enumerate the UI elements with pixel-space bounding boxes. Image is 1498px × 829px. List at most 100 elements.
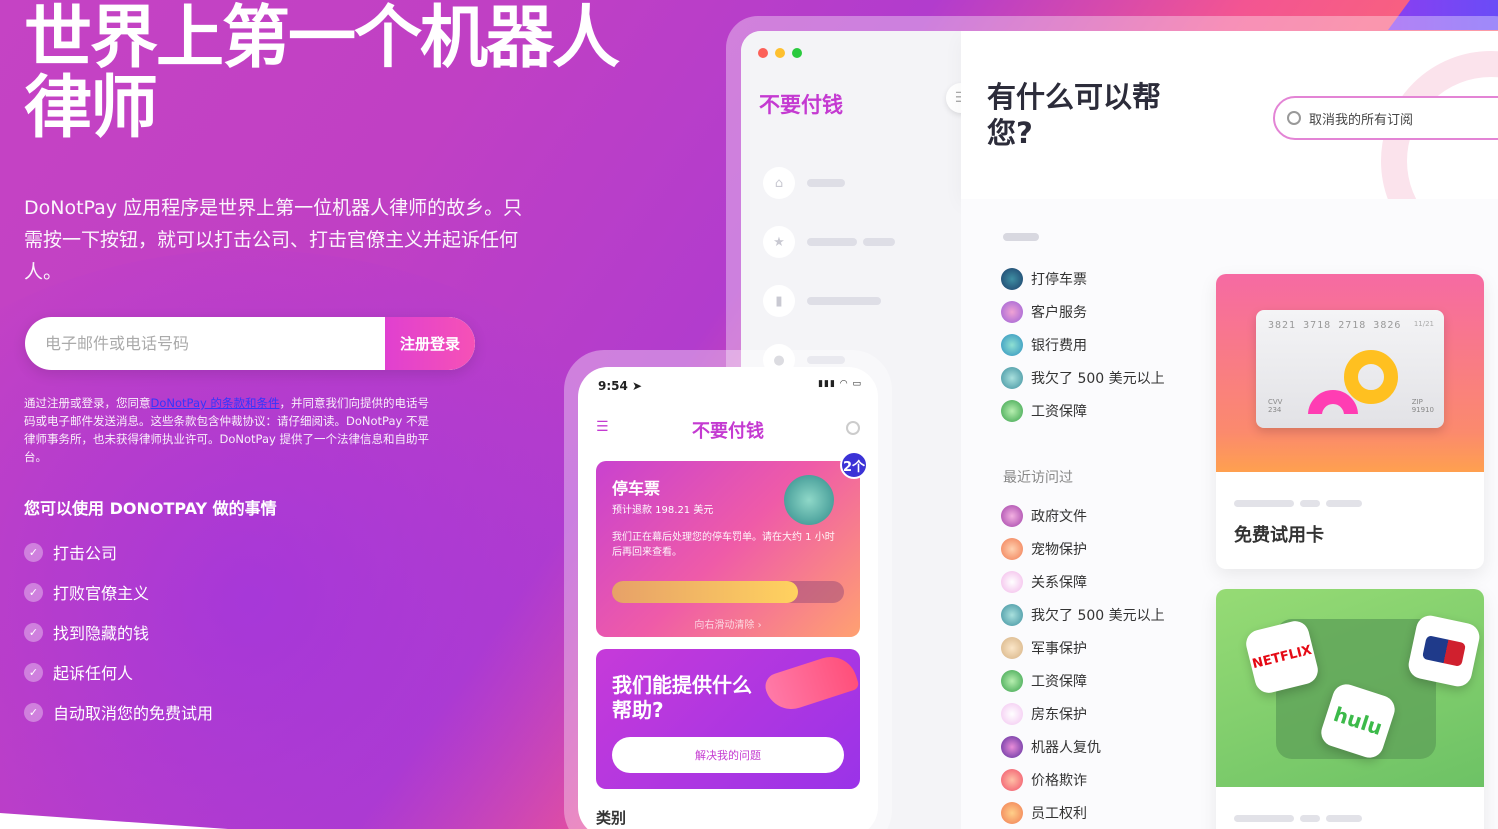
time-text: 9:54 xyxy=(598,379,628,393)
check-icon: ✓ xyxy=(24,542,43,562)
streaming-card[interactable]: NETFLIX hulu xyxy=(1216,589,1484,829)
airplane-icon xyxy=(762,650,860,716)
robot-icon xyxy=(1001,736,1023,758)
terms-pre: 通过注册或登录，您同意 xyxy=(24,396,151,410)
location-icon: ➤ xyxy=(632,379,643,393)
card-image: NETFLIX hulu xyxy=(1216,589,1484,787)
terms-text: 通过注册或登录，您同意DoNotPay 的条款和条件，并同意我们向提供的电话号码… xyxy=(24,394,434,466)
recent-item[interactable]: 房东保护 xyxy=(1001,703,1087,725)
terms-link[interactable]: DoNotPay 的条款和条件 xyxy=(151,396,280,410)
placeholder-bar xyxy=(1234,500,1294,507)
category-label: 打停车票 xyxy=(1031,272,1087,288)
placeholder-bar xyxy=(807,179,845,187)
settings-icon[interactable] xyxy=(846,421,860,435)
category-item[interactable]: 银行费用 xyxy=(1001,334,1087,356)
category-label: 工资保障 xyxy=(1031,404,1087,420)
category-label: 我欠了 500 美元以上 xyxy=(1031,371,1165,387)
sidebar-item-home[interactable]: ⌂ xyxy=(763,167,943,199)
solve-problem-button[interactable]: 解决我的问题 xyxy=(612,737,844,773)
check-icon: ✓ xyxy=(24,582,43,602)
customer-service-icon xyxy=(1001,301,1023,323)
check-icon: ✓ xyxy=(24,702,43,722)
recent-item[interactable]: 价格欺诈 xyxy=(1001,769,1087,791)
card-number: 3821 3718 2718 3826 xyxy=(1268,320,1402,331)
help-title: 我们能提供什么帮助? xyxy=(612,673,752,722)
recent-label: 机器人复仇 xyxy=(1031,740,1101,756)
progress-bar xyxy=(612,581,844,603)
swipe-hint[interactable]: 向右滑动清除 › xyxy=(596,616,860,631)
military-icon xyxy=(1001,637,1023,659)
pet-icon xyxy=(1001,538,1023,560)
page-question: 有什么可以帮您? xyxy=(987,80,1162,150)
free-trial-card[interactable]: 3821 3718 2718 3826 11/21 CVV 234 ZIP 9191… xyxy=(1216,274,1484,569)
sidebar-item-favorites[interactable]: ★ xyxy=(763,226,943,258)
feature-label: 自动取消您的免费试用 xyxy=(53,704,214,723)
sidebar-item-documents[interactable]: ▮ xyxy=(763,285,943,317)
recent-item[interactable]: 政府文件 xyxy=(1001,505,1087,527)
signup-button[interactable]: 注册登录 xyxy=(385,317,475,370)
count-badge: 2个 xyxy=(840,451,868,479)
placeholder-bar xyxy=(1234,815,1294,822)
placeholder-bar xyxy=(1326,815,1362,822)
bank-icon xyxy=(1001,334,1023,356)
check-icon: ✓ xyxy=(24,622,43,642)
recent-item[interactable]: 员工权利 xyxy=(1001,802,1087,824)
card-cvv: CVV 234 xyxy=(1268,398,1282,414)
relationship-icon xyxy=(1001,571,1023,593)
placeholder-bar xyxy=(1300,815,1320,822)
placeholder-bar xyxy=(807,238,857,246)
cvv-value: 234 xyxy=(1268,406,1282,414)
search-text: 取消我的所有订阅 xyxy=(1309,112,1414,128)
progress-fill xyxy=(612,581,798,603)
recent-label: 政府文件 xyxy=(1031,509,1087,525)
email-phone-input[interactable] xyxy=(25,317,385,370)
category-item[interactable]: 我欠了 500 美元以上 xyxy=(1001,367,1165,389)
recent-item[interactable]: 军事保护 xyxy=(1001,637,1087,659)
feature-item: ✓ 打击公司 xyxy=(24,532,213,572)
check-icon: ✓ xyxy=(24,662,43,682)
recent-item[interactable]: 关系保障 xyxy=(1001,571,1087,593)
recent-label: 员工权利 xyxy=(1031,806,1087,822)
hero-title: 世界上第一个机器人律师 xyxy=(24,0,620,148)
category-item[interactable]: 客户服务 xyxy=(1001,301,1087,323)
recent-label: 宠物保护 xyxy=(1031,542,1087,558)
recent-item[interactable]: 机器人复仇 xyxy=(1001,736,1101,758)
features-list: ✓ 打击公司 ✓ 打败官僚主义 ✓ 找到隐藏的钱 ✓ 起诉任何人 ✓ 自动取消您的免费试用 xyxy=(24,532,213,732)
category-label: 客户服务 xyxy=(1031,305,1087,321)
help-card: 我们能提供什么帮助? 解决我的问题 xyxy=(596,649,860,789)
signup-form: 注册登录 xyxy=(25,317,475,370)
hero-lead: DoNotPay 应用程序是世界上第一位机器人律师的故乡。只需按一下按钮，就可以… xyxy=(24,197,523,283)
placeholder-bar xyxy=(863,238,895,246)
hero-section: 世界上第一个机器人律师 DoNotPay 应用程序是世界上第一位机器人律师的故乡… xyxy=(0,0,1498,829)
search-input[interactable]: 取消我的所有订阅 xyxy=(1273,96,1498,140)
ring-decoration xyxy=(1308,390,1358,414)
debt-icon xyxy=(1001,604,1023,626)
placeholder-bar xyxy=(1326,500,1362,507)
minimize-dot-icon[interactable] xyxy=(775,48,785,58)
features-heading: 您可以使用 DONOTPAY 做的事情 xyxy=(24,499,277,518)
card-zip: ZIP 91910 xyxy=(1412,398,1434,414)
recent-item[interactable]: 宠物保护 xyxy=(1001,538,1087,560)
mlb-logo-icon xyxy=(1406,613,1482,689)
category-item[interactable]: 打停车票 xyxy=(1001,268,1087,290)
price-tag-icon xyxy=(1001,769,1023,791)
recent-item[interactable]: 工资保障 xyxy=(1001,670,1087,692)
recent-heading: 最近访问过 xyxy=(1003,470,1073,486)
feature-item: ✓ 起诉任何人 xyxy=(24,652,213,692)
recent-label: 我欠了 500 美元以上 xyxy=(1031,608,1165,624)
feature-label: 找到隐藏的钱 xyxy=(53,624,150,643)
ring-decoration xyxy=(1344,350,1398,404)
card-meta xyxy=(1216,787,1484,829)
home-icon: ⌂ xyxy=(763,167,795,199)
maximize-dot-icon[interactable] xyxy=(792,48,802,58)
recent-item[interactable]: 我欠了 500 美元以上 xyxy=(1001,604,1165,626)
wage-icon xyxy=(1001,400,1023,422)
card-expiry: 11/21 xyxy=(1413,320,1434,328)
feature-label: 打败官僚主义 xyxy=(53,584,150,603)
card-meta xyxy=(1216,472,1484,511)
recent-label: 房东保护 xyxy=(1031,707,1087,723)
feature-item: ✓ 找到隐藏的钱 xyxy=(24,612,213,652)
close-dot-icon[interactable] xyxy=(758,48,768,58)
category-item[interactable]: 工资保障 xyxy=(1001,400,1087,422)
cvv-label: CVV xyxy=(1268,398,1283,406)
